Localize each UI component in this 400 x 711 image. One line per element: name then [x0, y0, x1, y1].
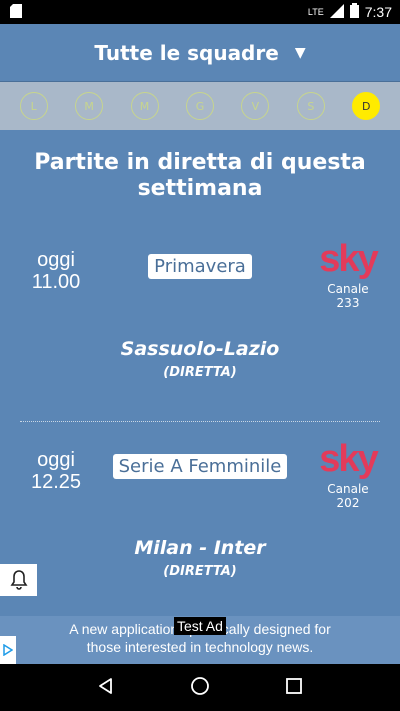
battery-icon: [349, 3, 359, 21]
section-title-line2: settimana: [137, 176, 263, 201]
test-ad-badge: Test Ad: [174, 617, 226, 635]
match-status: (DIRETTA): [163, 365, 237, 380]
dropdown-arrow-icon: ▼: [294, 44, 306, 61]
network-type: LTE: [307, 7, 324, 17]
broadcaster: sky Canale 233: [316, 240, 380, 310]
day-selector: L M M G V S D: [0, 82, 400, 130]
recents-icon: [285, 677, 302, 694]
clock: 7:37: [364, 4, 392, 20]
day-monday[interactable]: L: [19, 92, 48, 120]
ad-banner[interactable]: A new application specifically designed …: [0, 616, 400, 664]
recents-button[interactable]: [285, 677, 303, 699]
day-saturday[interactable]: S: [296, 92, 325, 120]
navigation-bar: [0, 664, 400, 711]
ad-line2: those interested in technology news.: [86, 639, 314, 655]
day-thursday[interactable]: G: [185, 92, 214, 120]
adchoices-icon[interactable]: [0, 636, 16, 664]
channel-label: Canale 233: [327, 282, 369, 310]
sd-card-icon: [10, 3, 22, 21]
status-bar: LTE 7:37: [0, 0, 400, 24]
page-title: Tutte le squadre: [94, 40, 279, 65]
day-wednesday[interactable]: M: [130, 92, 159, 120]
broadcaster: sky Canale 202: [316, 440, 380, 510]
back-button[interactable]: [97, 677, 115, 699]
team-selector[interactable]: Tutte le squadre ▼: [0, 24, 400, 82]
day-friday[interactable]: V: [241, 92, 270, 120]
home-icon: [191, 676, 209, 695]
divider: [20, 421, 380, 422]
signal-icon: [329, 3, 344, 21]
back-icon: [99, 677, 113, 694]
sky-logo-icon: sky: [319, 238, 378, 280]
competition-label: Primavera: [148, 254, 252, 279]
match-teams: Sassuolo-Lazio: [120, 338, 280, 360]
day-tuesday[interactable]: M: [75, 92, 104, 120]
match-status: (DIRETTA): [163, 564, 237, 579]
competition-label: Serie A Femminile: [112, 454, 288, 479]
notification-button[interactable]: [0, 564, 37, 596]
match-teams: Milan - Inter: [134, 537, 266, 559]
sky-logo-icon: sky: [319, 438, 378, 480]
home-button[interactable]: [190, 676, 210, 700]
section-title-line1: Partite in diretta di questa: [34, 150, 366, 175]
bell-icon: [10, 570, 27, 590]
section-title: Partite in diretta di questa settimana: [0, 150, 400, 202]
day-sunday[interactable]: D: [352, 92, 381, 120]
channel-label: Canale 202: [327, 482, 369, 510]
